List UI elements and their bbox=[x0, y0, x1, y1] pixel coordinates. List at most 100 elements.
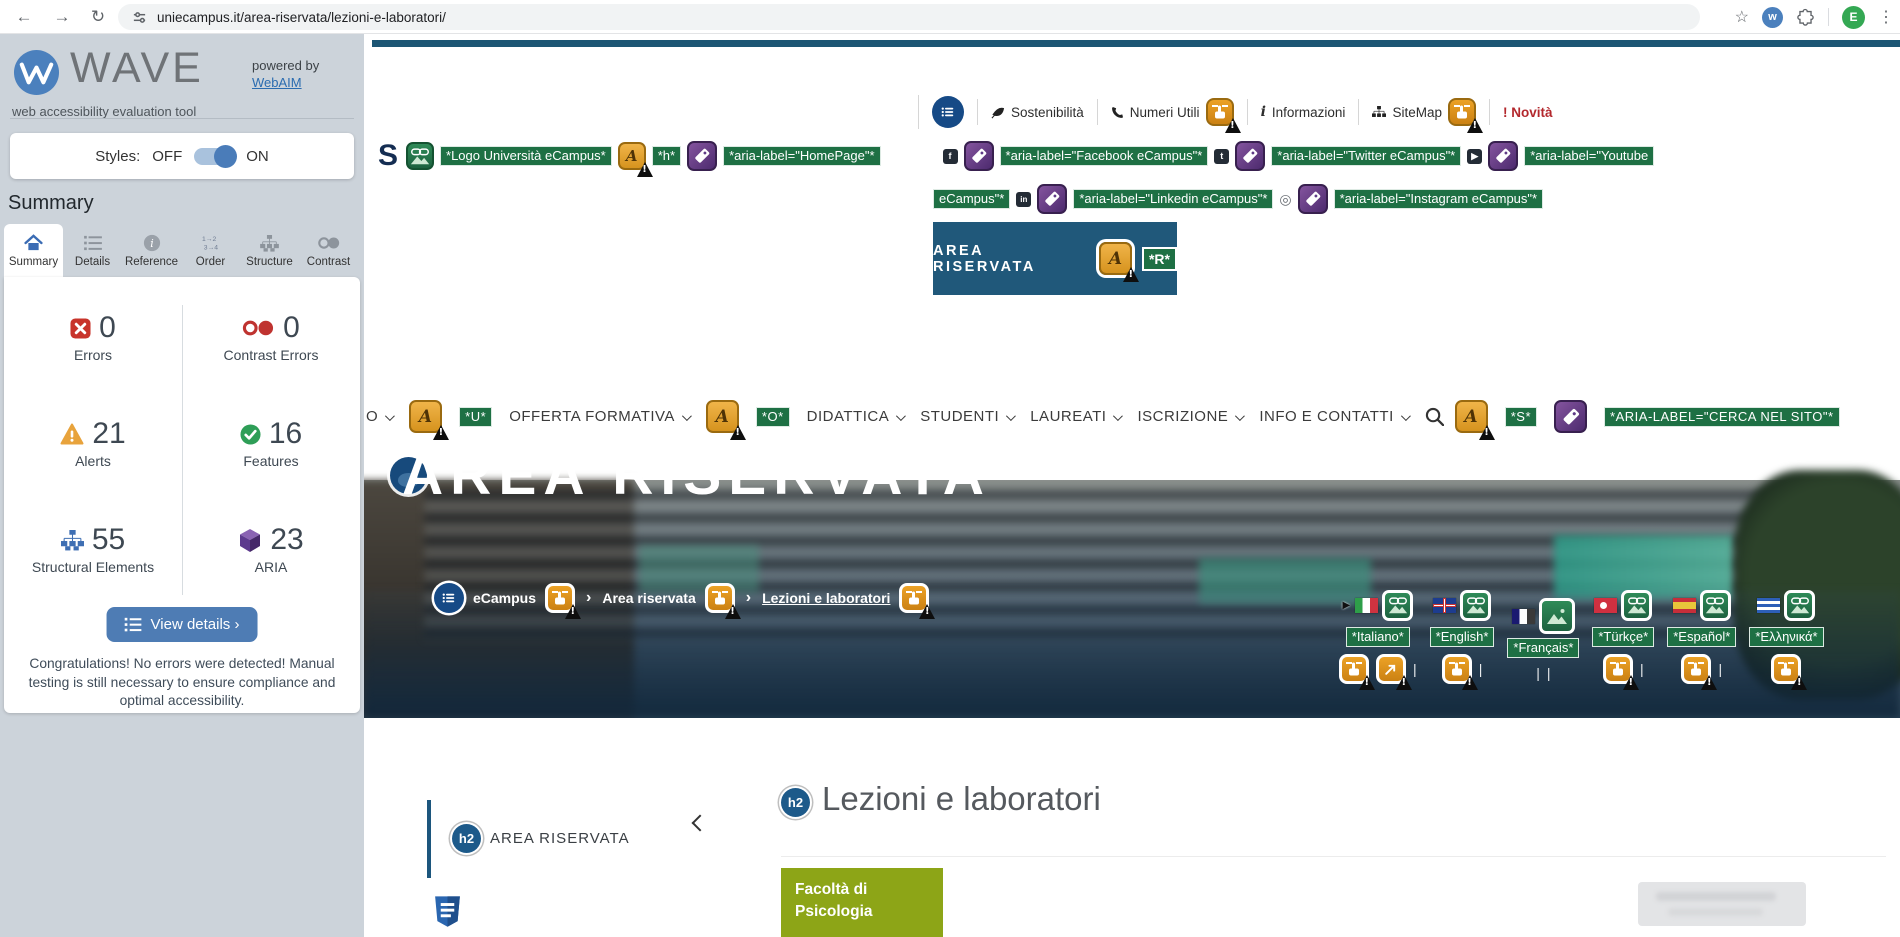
profile-avatar[interactable]: E bbox=[1842, 6, 1865, 29]
wave-redundant-link-icon[interactable] bbox=[1681, 654, 1711, 684]
chevron-down-icon bbox=[896, 411, 906, 421]
search-icon[interactable] bbox=[1425, 407, 1444, 426]
wave-redundant-link-icon[interactable] bbox=[705, 583, 735, 613]
forward-icon[interactable]: → bbox=[48, 3, 76, 31]
wave-aria-label-icon[interactable] bbox=[1488, 141, 1518, 171]
tab-details[interactable]: Details bbox=[63, 224, 122, 277]
tab-reference[interactable]: i Reference bbox=[122, 224, 181, 277]
area-riservata-button[interactable]: AREA RISERVATA A *R* bbox=[933, 222, 1177, 295]
extensions-puzzle-icon[interactable] bbox=[1796, 8, 1815, 27]
wave-linked-image-icon[interactable] bbox=[1382, 590, 1413, 621]
wave-new-window-icon[interactable] bbox=[1376, 654, 1406, 684]
breadcrumb-area-riservata[interactable]: Area riservata bbox=[602, 590, 695, 606]
page-title: Lezioni e laboratori bbox=[822, 780, 1101, 818]
wave-linked-image-icon[interactable] bbox=[1621, 590, 1652, 621]
wave-list-structure-icon[interactable] bbox=[434, 895, 461, 928]
warning-triangle-icon bbox=[1467, 118, 1483, 133]
flag-turkey-icon[interactable] bbox=[1594, 598, 1617, 613]
flag-france-icon[interactable] bbox=[1512, 609, 1535, 624]
wave-aria-label-icon[interactable] bbox=[687, 141, 717, 171]
flag-greece-icon[interactable] bbox=[1757, 598, 1780, 613]
wave-alt-alert-icon[interactable]: A bbox=[1455, 400, 1488, 433]
hero-banner: AREA RISERVATA eCampus › Area riservata … bbox=[364, 448, 1900, 718]
site-settings-icon[interactable] bbox=[132, 10, 147, 25]
url-bar[interactable]: uniecampus.it/area-riservata/lezioni-e-l… bbox=[118, 4, 1700, 30]
wave-aria-label-icon[interactable] bbox=[1298, 184, 1328, 214]
tab-contrast[interactable]: Contrast bbox=[299, 224, 358, 277]
nav-item-offerta-formativa[interactable]: OFFERTA FORMATIVA bbox=[509, 408, 689, 425]
faculty-psicologia-tile[interactable]: Facoltà di Psicologia bbox=[781, 868, 943, 937]
wave-redundant-link-icon[interactable] bbox=[1442, 654, 1472, 684]
wave-redundant-link-icon[interactable] bbox=[1771, 654, 1801, 684]
nav-item-info-contatti[interactable]: INFO E CONTATTI bbox=[1259, 408, 1407, 425]
separator: | bbox=[1640, 661, 1644, 677]
wave-linked-image-icon[interactable] bbox=[1460, 590, 1491, 621]
webaim-link[interactable]: WebAIM bbox=[252, 75, 302, 90]
stat-features: 16 Features bbox=[182, 407, 360, 513]
nav-item-didattica[interactable]: DIDATTICA bbox=[807, 408, 904, 425]
flag-spain-icon[interactable] bbox=[1673, 598, 1696, 613]
chevron-down-icon bbox=[1401, 411, 1411, 421]
twitter-icon[interactable]: t bbox=[1214, 149, 1229, 164]
wave-event-alert-icon[interactable] bbox=[1448, 98, 1476, 126]
breadcrumb-lezioni[interactable]: Lezioni e laboratori bbox=[762, 590, 890, 606]
nav-numeri-utili[interactable]: Numeri Utili bbox=[1111, 98, 1234, 126]
nav-informazioni[interactable]: i Informazioni bbox=[1261, 104, 1346, 120]
stat-aria: 23 ARIA bbox=[182, 513, 360, 619]
menu-kebab-icon[interactable]: ⋮ bbox=[1878, 7, 1894, 27]
wave-event-alert-icon[interactable] bbox=[1206, 98, 1234, 126]
nav-item-partial[interactable]: O bbox=[366, 408, 392, 425]
wave-linked-image-icon[interactable] bbox=[1700, 590, 1731, 621]
wave-redundant-link-icon[interactable] bbox=[1339, 654, 1369, 684]
wave-aria-label-icon[interactable] bbox=[1554, 400, 1587, 433]
breadcrumb-menu-icon[interactable] bbox=[434, 583, 464, 613]
flag-uk-icon[interactable] bbox=[1433, 598, 1456, 613]
wave-alt-alert-icon[interactable]: A bbox=[409, 400, 442, 433]
wave-redundant-link-icon[interactable] bbox=[545, 583, 575, 613]
flag-italy-icon[interactable] bbox=[1355, 598, 1378, 613]
reload-icon[interactable]: ↻ bbox=[84, 3, 112, 31]
view-details-list-icon bbox=[125, 617, 142, 632]
nav-novita[interactable]: ! Novità bbox=[1503, 105, 1553, 120]
back-icon[interactable]: ← bbox=[10, 3, 38, 31]
wave-alt-alert-icon[interactable]: A bbox=[618, 142, 646, 170]
linkedin-icon[interactable]: in bbox=[1016, 192, 1031, 207]
youtube-icon[interactable]: ▶ bbox=[1467, 149, 1482, 164]
nav-sostenibilita[interactable]: Sostenibilità bbox=[991, 105, 1084, 120]
wave-linked-image-icon[interactable] bbox=[1784, 590, 1815, 621]
wave-alt-alert-icon[interactable]: A bbox=[1099, 242, 1132, 275]
nav-item-laureati[interactable]: LAUREATI bbox=[1030, 408, 1120, 425]
wave-aria-label-icon[interactable] bbox=[1235, 141, 1265, 171]
divider bbox=[10, 118, 354, 119]
screen: ← → ↻ uniecampus.it/area-riservata/lezio… bbox=[0, 0, 1900, 937]
instagram-icon[interactable]: ◎ bbox=[1279, 191, 1291, 208]
bookmark-star-icon[interactable]: ☆ bbox=[1735, 7, 1749, 27]
nav-item-studenti[interactable]: STUDENTI bbox=[920, 408, 1013, 425]
wave-redundant-link-icon[interactable] bbox=[1603, 654, 1633, 684]
accessibility-menu-icon[interactable] bbox=[932, 96, 964, 128]
facebook-icon[interactable]: f bbox=[943, 149, 958, 164]
tab-structure[interactable]: Structure bbox=[240, 224, 299, 277]
wave-label-espanol: *Español* bbox=[1667, 627, 1736, 647]
tab-order[interactable]: 1→23→4 Order bbox=[181, 224, 240, 277]
wave-h2-icon[interactable]: h2 bbox=[781, 788, 810, 817]
wave-linked-image-icon[interactable] bbox=[406, 142, 434, 170]
features-icon bbox=[240, 424, 261, 445]
styles-toggle[interactable] bbox=[194, 148, 234, 165]
view-details-button[interactable]: View details › bbox=[107, 607, 258, 642]
tab-summary[interactable]: Summary bbox=[4, 224, 63, 277]
breadcrumb-ecampus[interactable]: eCampus bbox=[473, 590, 536, 606]
nav-item-iscrizione[interactable]: ISCRIZIONE bbox=[1137, 408, 1242, 425]
wave-alt-alert-icon[interactable]: A bbox=[706, 400, 739, 433]
url-text[interactable]: uniecampus.it/area-riservata/lezioni-e-l… bbox=[157, 10, 446, 25]
wave-aria-label-icon[interactable] bbox=[1037, 184, 1067, 214]
wave-redundant-link-icon[interactable] bbox=[899, 583, 929, 613]
collapse-sidebar-icon[interactable] bbox=[692, 815, 709, 832]
toggle-knob[interactable] bbox=[214, 145, 237, 168]
wave-h2-icon[interactable]: h2 bbox=[452, 824, 481, 853]
wave-extension-icon[interactable]: w bbox=[1762, 7, 1783, 28]
nav-sitemap[interactable]: SiteMap bbox=[1372, 98, 1476, 126]
wave-aria-label-icon[interactable] bbox=[964, 141, 994, 171]
wave-image-icon[interactable] bbox=[1539, 598, 1575, 634]
content-sidebar-heading: AREA RISERVATA bbox=[490, 830, 630, 847]
